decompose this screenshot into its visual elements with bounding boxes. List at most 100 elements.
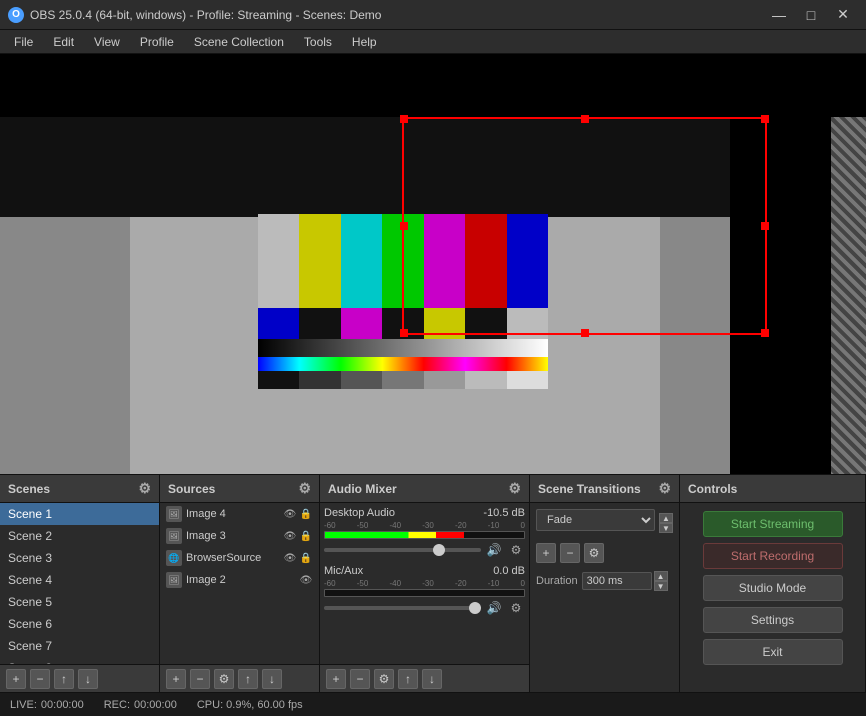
gs-5 [424, 371, 465, 389]
scenes-add-button[interactable]: + [6, 669, 26, 689]
menu-profile[interactable]: Profile [130, 33, 184, 51]
menu-edit[interactable]: Edit [43, 33, 84, 51]
audio-settings-button[interactable]: ⚙ [374, 669, 394, 689]
desktop-audio-controls: 🔊 ⚙ [324, 541, 525, 559]
transitions-remove-button[interactable]: − [560, 543, 580, 563]
audio-add-button[interactable]: + [326, 669, 346, 689]
audio-remove-button[interactable]: − [350, 669, 370, 689]
scene-item-1[interactable]: Scene 1 [0, 503, 159, 525]
studio-mode-button[interactable]: Studio Mode [703, 575, 843, 601]
rec-status: REC: 00:00:00 [104, 699, 177, 711]
sources-up-button[interactable]: ↑ [238, 669, 258, 689]
start-streaming-button[interactable]: Start Streaming [703, 511, 843, 537]
mic-audio-settings[interactable]: ⚙ [507, 599, 525, 617]
menu-help[interactable]: Help [342, 33, 387, 51]
maximize-button[interactable]: □ [796, 5, 826, 25]
sources-list: 🖼 Image 4 👁 🔒 🖼 Image 3 👁 🔒 🌐 BrowserSou… [160, 503, 319, 664]
sources-remove-button[interactable]: − [190, 669, 210, 689]
scene-item-2[interactable]: Scene 2 [0, 525, 159, 547]
bar-white [258, 214, 299, 308]
menu-tools[interactable]: Tools [294, 33, 342, 51]
transitions-config-icon[interactable]: ⚙ [658, 480, 671, 497]
audio-track-mic: Mic/Aux 0.0 dB -60-50-40-30-20-100 🔊 ⚙ [324, 565, 525, 617]
audio-down-button[interactable]: ↓ [422, 669, 442, 689]
transitions-dropdown[interactable]: Fade Cut Swipe [536, 509, 655, 531]
desktop-audio-settings[interactable]: ⚙ [507, 541, 525, 559]
desktop-audio-db: -10.5 dB [483, 507, 525, 519]
sources-config-icon[interactable]: ⚙ [298, 480, 311, 497]
bar-green [382, 214, 423, 308]
exit-button[interactable]: Exit [703, 639, 843, 665]
source-browser-lock[interactable]: 🔒 [299, 551, 313, 565]
live-time: 00:00:00 [41, 699, 84, 711]
scene-item-8[interactable]: Scene 8 [0, 657, 159, 664]
sources-add-button[interactable]: + [166, 669, 186, 689]
transitions-add-button[interactable]: + [536, 543, 556, 563]
duration-input[interactable] [582, 572, 652, 590]
controls-header: Controls [680, 475, 865, 503]
scene-item-6[interactable]: Scene 6 [0, 613, 159, 635]
source-item-image4[interactable]: 🖼 Image 4 👁 🔒 [160, 503, 319, 525]
desktop-meter-labels: -60-50-40-30-20-100 [324, 521, 525, 530]
controls-title: Controls [688, 482, 737, 496]
mic-audio-name: Mic/Aux [324, 565, 363, 577]
source-item-browser[interactable]: 🌐 BrowserSource 👁 🔒 [160, 547, 319, 569]
transitions-settings-button[interactable]: ⚙ [584, 543, 604, 563]
scenes-remove-button[interactable]: − [30, 669, 50, 689]
scene-item-5[interactable]: Scene 5 [0, 591, 159, 613]
source-image2-label: Image 2 [186, 574, 295, 586]
settings-button[interactable]: Settings [703, 607, 843, 633]
gs-3 [341, 371, 382, 389]
scenes-footer: + − ↑ ↓ [0, 664, 159, 692]
bar-cyan [341, 214, 382, 308]
scenes-down-button[interactable]: ↓ [78, 669, 98, 689]
duration-label: Duration [536, 575, 578, 587]
source-image3-visibility[interactable]: 👁 [283, 529, 297, 543]
source-image4-lock[interactable]: 🔒 [299, 507, 313, 521]
sources-settings-button[interactable]: ⚙ [214, 669, 234, 689]
source-item-image2[interactable]: 🖼 Image 2 👁 [160, 569, 319, 591]
mic-audio-slider[interactable] [324, 606, 481, 610]
desktop-audio-meter [324, 531, 525, 539]
scenes-title: Scenes [8, 482, 50, 496]
cpu-label: CPU: 0.9%, 60.00 fps [197, 699, 303, 711]
desktop-audio-slider[interactable] [324, 548, 481, 552]
scene-item-3[interactable]: Scene 3 [0, 547, 159, 569]
close-button[interactable]: ✕ [828, 5, 858, 25]
desktop-audio-header: Desktop Audio -10.5 dB [324, 507, 525, 519]
menu-view[interactable]: View [84, 33, 130, 51]
audio-header: Audio Mixer ⚙ [320, 475, 529, 503]
sources-title: Sources [168, 482, 215, 496]
transitions-spin-up[interactable]: ▲ [659, 513, 673, 523]
duration-spin-up[interactable]: ▲ [654, 571, 668, 581]
menu-file[interactable]: File [4, 33, 43, 51]
source-image3-lock[interactable]: 🔒 [299, 529, 313, 543]
sources-down-button[interactable]: ↓ [262, 669, 282, 689]
source-image2-visibility[interactable]: 👁 [299, 573, 313, 587]
source-browser-visibility[interactable]: 👁 [283, 551, 297, 565]
source-item-image3[interactable]: 🖼 Image 3 👁 🔒 [160, 525, 319, 547]
bar-blue [507, 214, 548, 308]
scenes-config-icon[interactable]: ⚙ [138, 480, 151, 497]
scene-item-7[interactable]: Scene 7 [0, 635, 159, 657]
image2-type-icon: 🖼 [166, 572, 182, 588]
source-image4-visibility[interactable]: 👁 [283, 507, 297, 521]
minimize-button[interactable]: — [764, 5, 794, 25]
scene-item-4[interactable]: Scene 4 [0, 569, 159, 591]
mic-audio-mute[interactable]: 🔊 [485, 599, 503, 617]
menu-scene-collection[interactable]: Scene Collection [184, 33, 294, 51]
duration-spin-down[interactable]: ▼ [654, 581, 668, 591]
desktop-audio-mute[interactable]: 🔊 [485, 541, 503, 559]
scenes-up-button[interactable]: ↑ [54, 669, 74, 689]
menubar: File Edit View Profile Scene Collection … [0, 30, 866, 54]
transitions-spin-down[interactable]: ▼ [659, 523, 673, 533]
mic-audio-controls: 🔊 ⚙ [324, 599, 525, 617]
controls-panel: Controls Start Streaming Start Recording… [680, 475, 866, 692]
smpte-color-bars [258, 214, 548, 389]
start-recording-button[interactable]: Start Recording [703, 543, 843, 569]
audio-up-button[interactable]: ↑ [398, 669, 418, 689]
audio-config-icon[interactable]: ⚙ [508, 480, 521, 497]
layer-black-top [130, 117, 730, 217]
source-browser-label: BrowserSource [186, 552, 279, 564]
bar-b-black2 [382, 308, 423, 339]
